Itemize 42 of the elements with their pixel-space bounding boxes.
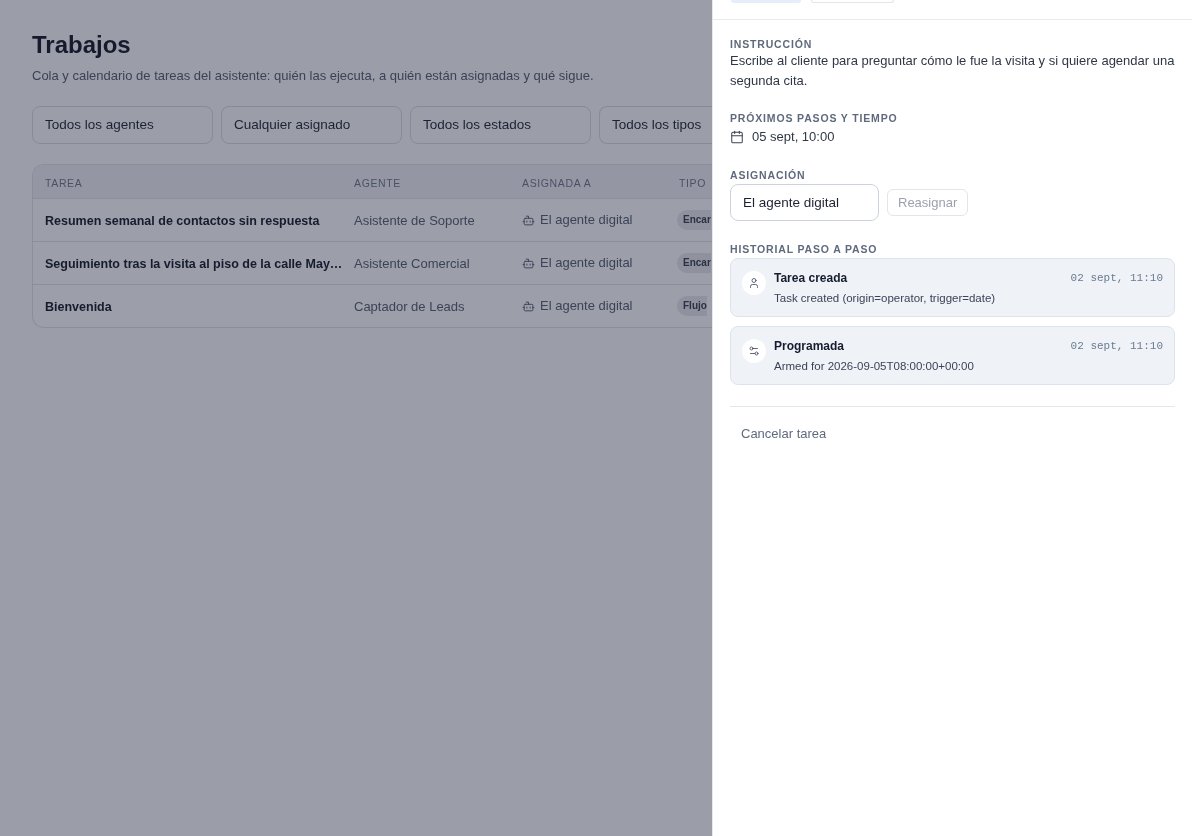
section-label: PRÓXIMOS PASOS Y TIEMPO xyxy=(730,111,898,125)
task-name[interactable]: Seguimiento tras la visita al piso de la calle May… xyxy=(45,257,343,271)
cancel-task-button[interactable]: Cancelar tarea xyxy=(730,418,838,450)
column-header: TAREA xyxy=(45,176,83,189)
filter-dropdown[interactable]: Todos los estados xyxy=(410,106,591,144)
assignee-name: El agente digital xyxy=(540,254,633,273)
agent-name: Asistente de Soporte xyxy=(354,213,475,228)
assignee-name: El agente digital xyxy=(540,297,633,316)
event-title: Tarea creada xyxy=(774,271,848,286)
section-label: ASIGNACIÓN xyxy=(730,168,806,182)
instruction-text: Escribe al cliente para preguntar cómo le fue la visita y si quiere agendar una segunda cita. xyxy=(730,52,1175,90)
page-subtitle: Cola y calendario de tareas del asistente: quién las ejecuta, a quién están asignadas y qué sigue. xyxy=(32,67,594,85)
type-badge: Encar xyxy=(677,210,711,230)
task-name[interactable]: Resumen semanal de contactos sin respuesta xyxy=(45,214,320,228)
event-time: 02 sept, 11:10 xyxy=(1070,339,1163,354)
column-header: AGENTE xyxy=(354,176,401,189)
robot-icon xyxy=(522,213,535,227)
robot-icon xyxy=(522,256,535,270)
assignee-field[interactable]: El agente digital xyxy=(730,184,879,221)
user-icon xyxy=(742,271,766,295)
scheduled-date: 05 sept, 10:00 xyxy=(752,128,835,147)
filter-dropdown[interactable]: Cualquier asignado xyxy=(221,106,402,144)
calendar-icon xyxy=(730,130,744,144)
type-badge: Flujo xyxy=(677,296,707,316)
type-badge: Encar xyxy=(677,253,711,273)
event-detail: Task created (origin=operator, trigger=date) xyxy=(774,291,996,306)
event-time: 02 sept, 11:10 xyxy=(1070,271,1163,286)
robot-icon xyxy=(522,299,535,313)
task-name[interactable]: Bienvenida xyxy=(45,300,112,314)
section-label: INSTRUCCIÓN xyxy=(730,37,813,51)
column-header: TIPO xyxy=(679,176,707,189)
column-header: ASIGNADA A xyxy=(522,176,592,189)
filter-dropdown[interactable]: Todos los agentes xyxy=(32,106,213,144)
event-title: Programada xyxy=(774,339,845,354)
agent-name: Asistente Comercial xyxy=(354,256,470,271)
agent-name: Captador de Leads xyxy=(354,299,465,314)
sliders-icon xyxy=(742,339,766,363)
event-detail: Armed for 2026-09-05T08:00:00+00:00 xyxy=(774,359,974,374)
section-label: HISTORIAL PASO A PASO xyxy=(730,242,878,256)
assignee-name: El agente digital xyxy=(540,211,633,230)
page-title: Trabajos xyxy=(32,30,131,60)
filter-dropdown[interactable]: Todos los tipos xyxy=(599,106,712,144)
